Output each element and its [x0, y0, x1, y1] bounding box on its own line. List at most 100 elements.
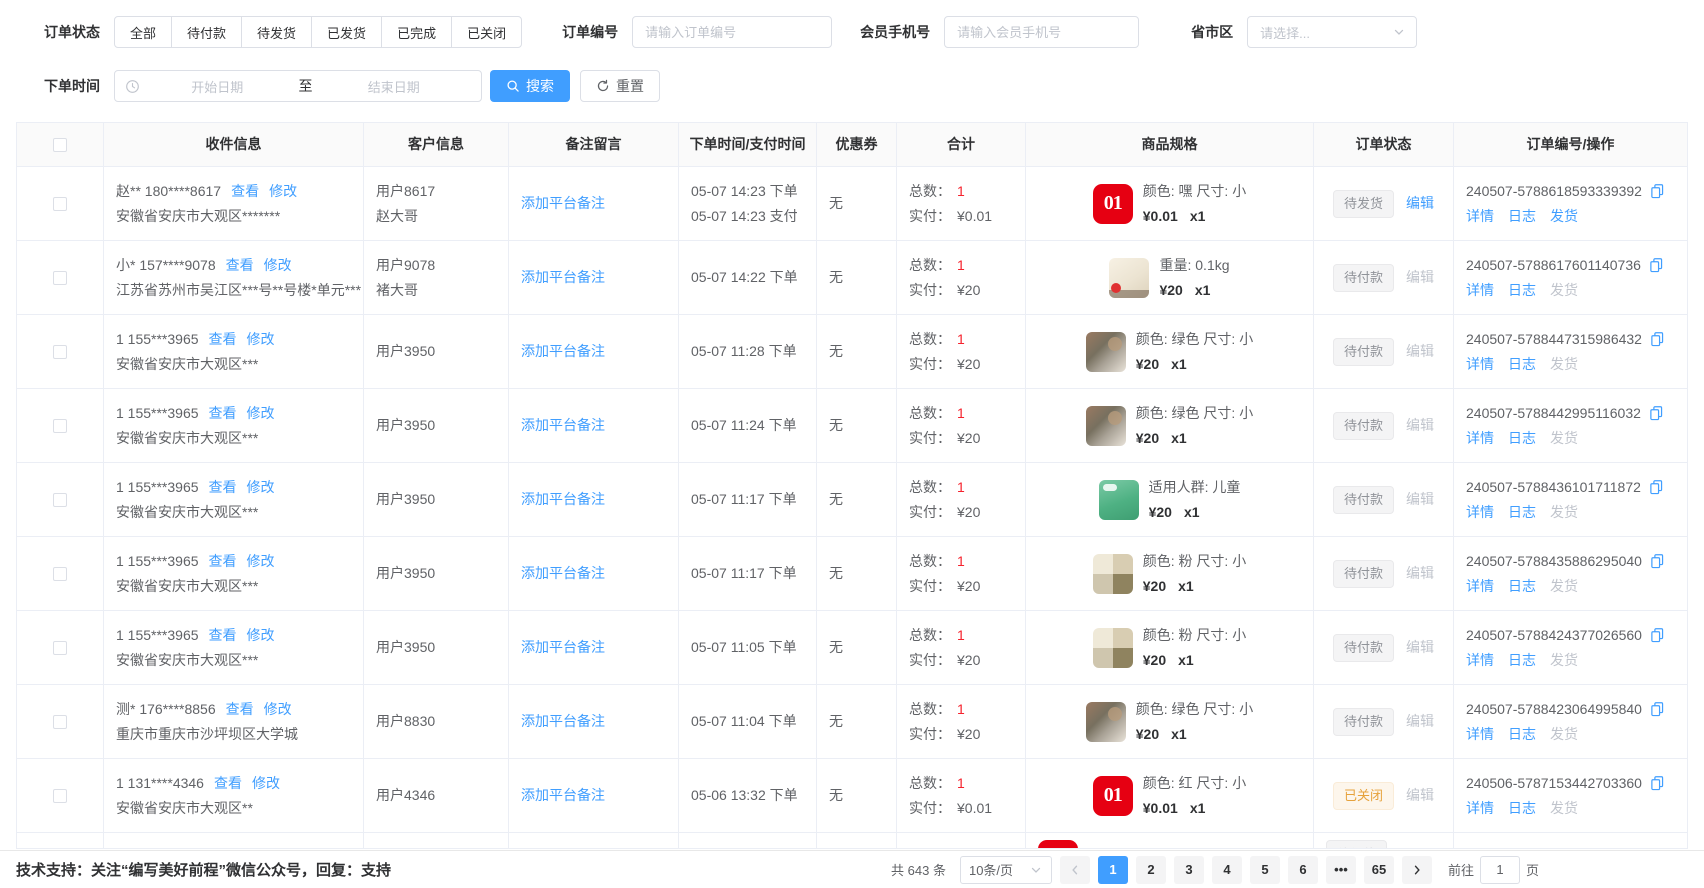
pagination-page-button[interactable]: 6 [1288, 856, 1318, 884]
view-receiver-link[interactable]: 查看 [209, 549, 237, 574]
edit-order-link[interactable]: 编辑 [1406, 191, 1434, 216]
order-actions-line: 详情日志发货 [1466, 796, 1675, 821]
order-detail-link[interactable]: 详情 [1466, 796, 1494, 821]
order-log-link[interactable]: 日志 [1508, 500, 1536, 525]
copy-icon[interactable] [1649, 257, 1664, 273]
order-log-link[interactable]: 日志 [1508, 278, 1536, 303]
chevron-right-icon[interactable] [1402, 856, 1432, 884]
date-range-picker[interactable]: 开始日期 至 结束日期 [114, 70, 482, 102]
row-checkbox[interactable] [53, 789, 67, 803]
view-receiver-link[interactable]: 查看 [214, 771, 242, 796]
status-filter-button[interactable]: 全部 [114, 16, 172, 48]
modify-receiver-link[interactable]: 修改 [247, 623, 275, 648]
order-no-input[interactable] [632, 16, 832, 48]
chevron-left-icon[interactable] [1060, 856, 1090, 884]
date-start-input[interactable]: 开始日期 [140, 77, 295, 96]
phone-input[interactable] [944, 16, 1139, 48]
pagination-page-button[interactable]: 3 [1174, 856, 1204, 884]
order-detail-link[interactable]: 详情 [1466, 722, 1494, 747]
copy-icon[interactable] [1650, 183, 1665, 199]
reset-button[interactable]: 重置 [580, 70, 660, 102]
add-platform-note-link[interactable]: 添加平台备注 [521, 561, 666, 586]
order-detail-link[interactable]: 详情 [1466, 426, 1494, 451]
add-platform-note-link[interactable]: 添加平台备注 [521, 265, 666, 290]
modify-receiver-link[interactable]: 修改 [247, 475, 275, 500]
search-button[interactable]: 搜索 [490, 70, 570, 102]
modify-receiver-link[interactable]: 修改 [264, 697, 292, 722]
modify-receiver-link[interactable]: 修改 [247, 549, 275, 574]
status-filter-button[interactable]: 待付款 [171, 16, 242, 48]
coupon-cell: 无 [817, 241, 897, 314]
order-detail-link[interactable]: 详情 [1466, 204, 1494, 229]
row-checkbox[interactable] [53, 715, 67, 729]
add-platform-note-link[interactable]: 添加平台备注 [521, 487, 666, 512]
add-platform-note-link[interactable]: 添加平台备注 [521, 635, 666, 660]
row-checkbox[interactable] [53, 271, 67, 285]
select-all-checkbox[interactable] [53, 138, 67, 152]
status-filter-button[interactable]: 已完成 [381, 16, 452, 48]
order-log-link[interactable]: 日志 [1508, 574, 1536, 599]
total-count-line: 总数：1 [909, 327, 1013, 352]
region-select[interactable]: 请选择... [1247, 16, 1417, 48]
copy-icon[interactable] [1650, 701, 1665, 717]
total-count-label: 总数： [909, 701, 951, 717]
row-checkbox[interactable] [53, 493, 67, 507]
date-end-input[interactable]: 结束日期 [317, 77, 472, 96]
view-receiver-link[interactable]: 查看 [226, 697, 254, 722]
order-detail-link[interactable]: 详情 [1466, 574, 1494, 599]
order-number: 240507-5788447315986432 [1466, 327, 1642, 352]
view-receiver-link[interactable]: 查看 [209, 623, 237, 648]
row-checkbox[interactable] [53, 567, 67, 581]
add-platform-note-link[interactable]: 添加平台备注 [521, 339, 666, 364]
modify-receiver-link[interactable]: 修改 [264, 253, 292, 278]
order-log-link[interactable]: 日志 [1508, 204, 1536, 229]
order-ship-link[interactable]: 发货 [1550, 204, 1578, 229]
view-receiver-link[interactable]: 查看 [226, 253, 254, 278]
pagination-page-button[interactable]: 4 [1212, 856, 1242, 884]
row-checkbox[interactable] [53, 641, 67, 655]
order-log-link[interactable]: 日志 [1508, 426, 1536, 451]
copy-icon[interactable] [1650, 553, 1665, 569]
product-spec-cell: 颜色: 粉 尺寸: 小¥20x1 [1026, 611, 1314, 684]
pagination-page-button[interactable]: 2 [1136, 856, 1166, 884]
view-receiver-link[interactable]: 查看 [209, 401, 237, 426]
order-log-link[interactable]: 日志 [1508, 352, 1536, 377]
pagination-page-button[interactable]: 1 [1098, 856, 1128, 884]
modify-receiver-link[interactable]: 修改 [269, 179, 297, 204]
order-detail-link[interactable]: 详情 [1466, 648, 1494, 673]
add-platform-note-link[interactable]: 添加平台备注 [521, 191, 666, 216]
pagination-page-button[interactable]: 65 [1364, 856, 1394, 884]
order-log-link[interactable]: 日志 [1508, 796, 1536, 821]
status-filter-button[interactable]: 待发货 [241, 16, 312, 48]
price-line: ¥20x1 [1136, 426, 1253, 451]
copy-icon[interactable] [1650, 627, 1665, 643]
copy-icon[interactable] [1650, 775, 1665, 791]
modify-receiver-link[interactable]: 修改 [247, 401, 275, 426]
status-filter-button[interactable]: 已发货 [311, 16, 382, 48]
modify-receiver-link[interactable]: 修改 [252, 771, 280, 796]
row-checkbox[interactable] [53, 345, 67, 359]
add-platform-note-link[interactable]: 添加平台备注 [521, 709, 666, 734]
status-filter-button[interactable]: 已关闭 [451, 16, 522, 48]
row-checkbox[interactable] [53, 419, 67, 433]
add-platform-note-link[interactable]: 添加平台备注 [521, 783, 666, 808]
order-ship-link: 发货 [1550, 426, 1578, 451]
view-receiver-link[interactable]: 查看 [231, 179, 259, 204]
copy-icon[interactable] [1649, 405, 1664, 421]
pagination-more-button[interactable]: ••• [1326, 856, 1356, 884]
view-receiver-link[interactable]: 查看 [209, 327, 237, 352]
order-log-link[interactable]: 日志 [1508, 722, 1536, 747]
modify-receiver-link[interactable]: 修改 [247, 327, 275, 352]
order-detail-link[interactable]: 详情 [1466, 500, 1494, 525]
add-platform-note-link[interactable]: 添加平台备注 [521, 413, 666, 438]
row-checkbox[interactable] [53, 197, 67, 211]
view-receiver-link[interactable]: 查看 [209, 475, 237, 500]
goto-page-input[interactable] [1480, 856, 1520, 884]
page-size-select[interactable]: 10条/页 [960, 856, 1052, 884]
copy-icon[interactable] [1649, 479, 1664, 495]
order-log-link[interactable]: 日志 [1508, 648, 1536, 673]
order-detail-link[interactable]: 详情 [1466, 352, 1494, 377]
pagination-page-button[interactable]: 5 [1250, 856, 1280, 884]
order-detail-link[interactable]: 详情 [1466, 278, 1494, 303]
copy-icon[interactable] [1650, 331, 1665, 347]
